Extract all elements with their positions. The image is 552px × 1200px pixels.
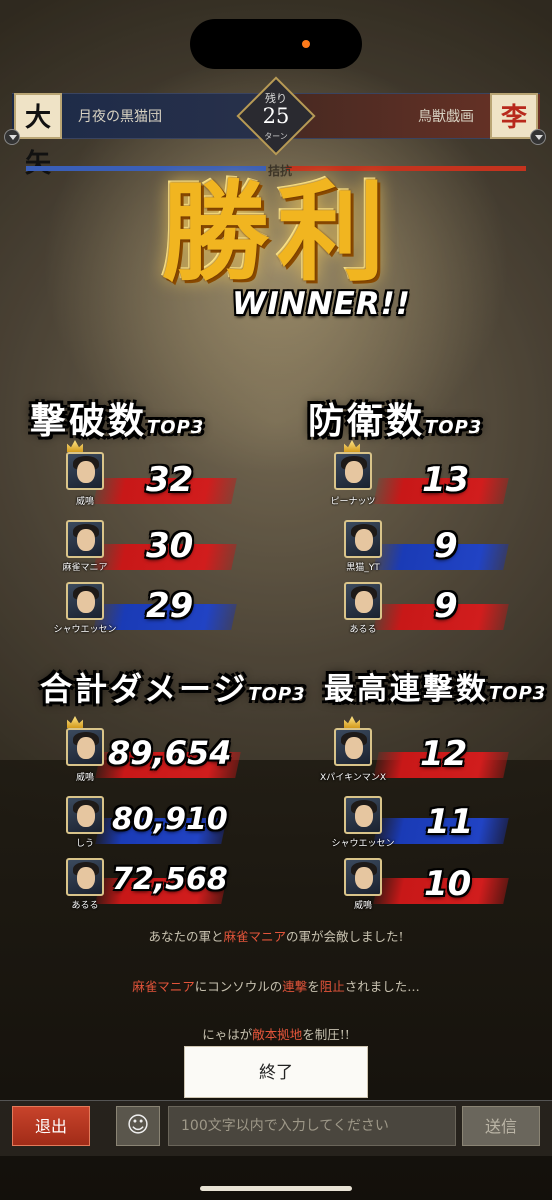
kills-rank1-value: 32 <box>146 460 194 500</box>
damage-rank1-value: 89,654 <box>108 734 232 772</box>
damage-rank2-value: 80,910 <box>112 802 228 837</box>
damage-rank3-value: 72,568 <box>112 862 228 897</box>
defense-rank3-name: あるる <box>349 625 377 635</box>
combo-rank2-value: 11 <box>426 802 474 842</box>
right-team-dropdown-icon[interactable] <box>530 129 546 145</box>
avatar[interactable] <box>66 728 104 766</box>
end-button[interactable]: 終了 <box>184 1046 368 1098</box>
damage-rank2-name: しう <box>75 839 94 849</box>
chat-message: にゃはが敵本拠地を制圧!! <box>202 1027 350 1042</box>
defense-rank1-name: ピーナッツ <box>330 497 376 507</box>
avatar[interactable] <box>344 796 382 834</box>
right-team-name: 鳥獣戯画 <box>418 109 474 125</box>
damage-section-title: 合計ダメージTOP3 <box>40 670 306 708</box>
avatar[interactable] <box>334 452 372 490</box>
avatar[interactable] <box>344 858 382 896</box>
kills-rank3-value: 29 <box>146 586 194 626</box>
recording-indicator-icon <box>302 40 310 48</box>
avatar[interactable] <box>66 858 104 896</box>
victory-title: 勝利 <box>160 170 393 296</box>
kills-section-title: 撃破数TOP3 <box>30 400 205 442</box>
turns-remaining-value: 25 <box>262 104 290 128</box>
home-indicator[interactable] <box>200 1186 352 1191</box>
send-button[interactable]: 送信 <box>462 1106 540 1146</box>
avatar[interactable] <box>66 582 104 620</box>
combo-rank3-value: 10 <box>424 864 472 904</box>
damage-rank3-name: あるる <box>71 901 99 911</box>
avatar[interactable] <box>344 520 382 558</box>
combo-rank3-name: 威鳴 <box>353 901 372 911</box>
avatar[interactable] <box>344 582 382 620</box>
defense-rank3-value: 9 <box>434 586 458 626</box>
left-team-dropdown-icon[interactable] <box>4 129 20 145</box>
chat-input[interactable] <box>168 1106 456 1146</box>
kills-rank2-value: 30 <box>146 526 194 566</box>
combo-rank1-value: 12 <box>420 734 468 774</box>
chat-message: あなたの軍と麻雀マニアの軍が会敵しました! <box>148 929 404 944</box>
avatar[interactable] <box>66 796 104 834</box>
exit-button[interactable]: 退出 <box>12 1106 90 1146</box>
combo-rank1-name: XパイキンマンX <box>319 773 387 783</box>
emoji-icon[interactable]: ☺ <box>116 1106 160 1146</box>
avatar[interactable] <box>334 728 372 766</box>
kills-rank2-name: 麻雀マニア <box>62 563 108 573</box>
left-team-badge[interactable]: 大矢 <box>14 93 62 179</box>
kills-rank3-name: シャウエッセン <box>53 625 117 635</box>
left-team-name: 月夜の黒猫団 <box>78 109 162 125</box>
defense-rank2-name: 黒猫_YT <box>346 563 380 573</box>
kills-rank1-name: 威鳴 <box>75 497 94 507</box>
defense-rank2-value: 9 <box>434 526 458 566</box>
winner-label: WINNER!! <box>232 286 411 322</box>
dynamic-island <box>190 19 362 69</box>
combo-section-title: 最高連撃数TOP3 <box>324 672 547 707</box>
turn-unit-label: ターン <box>264 132 288 141</box>
avatar[interactable] <box>66 452 104 490</box>
chat-message: 麻雀マニアにコンソウルの連撃を阻止されました… <box>132 979 420 994</box>
combo-rank2-name: シャウエッセン <box>331 839 395 849</box>
avatar[interactable] <box>66 520 104 558</box>
defense-rank1-value: 13 <box>422 460 470 500</box>
defense-section-title: 防衛数TOP3 <box>308 400 483 442</box>
